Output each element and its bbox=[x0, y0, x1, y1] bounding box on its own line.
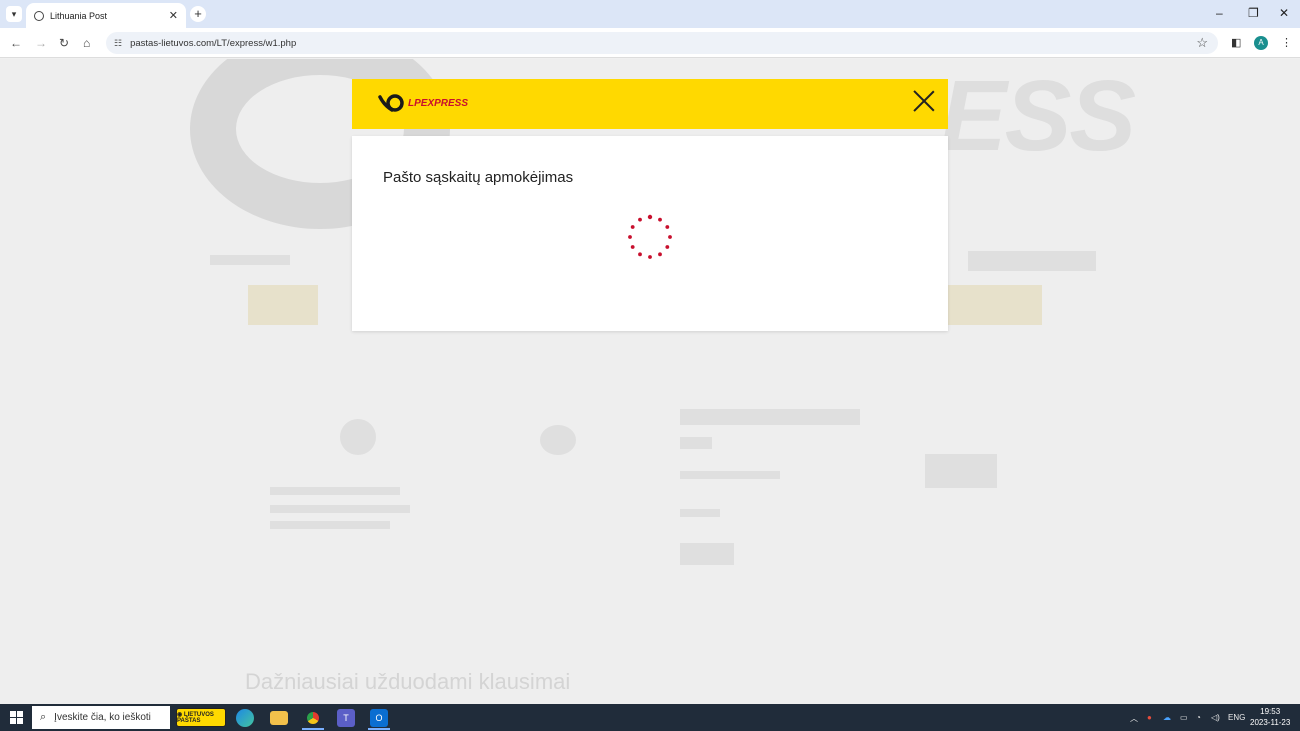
modal-body: Pašto sąskaitų apmokėjimas bbox=[352, 136, 948, 331]
search-placeholder: Įveskite čia, ko ieškoti bbox=[54, 712, 151, 723]
taskbar: ⌕ Įveskite čia, ko ieškoti ◉ LIETUVOS PA… bbox=[0, 704, 1300, 731]
spinner-dot bbox=[638, 252, 642, 257]
tab-title: Lithuania Post bbox=[50, 10, 108, 21]
clock[interactable]: 19:53 2023-11-23 bbox=[1250, 706, 1290, 728]
language-indicator[interactable]: ENG bbox=[1228, 713, 1245, 722]
volume-icon[interactable]: ◁) bbox=[1211, 713, 1220, 722]
spinner-dot bbox=[647, 214, 653, 220]
restore-icon[interactable]: ❐ bbox=[1248, 6, 1259, 20]
spinner-dot bbox=[658, 217, 662, 222]
back-icon[interactable]: ← bbox=[10, 36, 22, 50]
tab-search-dropdown-icon[interactable]: ▾ bbox=[6, 6, 22, 22]
site-settings-icon[interactable]: ☷ bbox=[114, 38, 122, 49]
spinner-dot bbox=[668, 235, 672, 239]
logo-text: LPEXPRESS bbox=[408, 97, 469, 109]
battery-icon[interactable]: ▭ bbox=[1180, 713, 1188, 722]
edge-icon[interactable] bbox=[236, 709, 254, 727]
tab-bar: ▾ Lithuania Post ✕ + – ❐ ✕ bbox=[0, 0, 1300, 28]
spinner-dot bbox=[630, 245, 635, 249]
url-text[interactable]: pastas-lietuvos.com/LT/express/w1.php bbox=[130, 38, 296, 49]
forward-icon[interactable]: → bbox=[35, 36, 47, 50]
spinner-dot bbox=[658, 252, 662, 257]
modal-title: Pašto sąskaitų apmokėjimas bbox=[383, 169, 574, 186]
browser-toolbar: ← → ↻ ⌂ ☷ pastas-lietuvos.com/LT/express… bbox=[0, 28, 1300, 58]
active-app-indicator bbox=[368, 728, 390, 730]
modal-close-icon[interactable] bbox=[912, 89, 936, 113]
teams-icon[interactable]: T bbox=[337, 709, 355, 727]
spinner-dot bbox=[648, 255, 652, 259]
lpexpress-logo: LPEXPRESS bbox=[378, 93, 468, 113]
active-app-indicator bbox=[302, 728, 324, 730]
avatar[interactable]: A bbox=[1254, 36, 1268, 50]
onedrive-icon[interactable]: ☁ bbox=[1163, 713, 1171, 722]
taskbar-search[interactable]: ⌕ Įveskite čia, ko ieškoti bbox=[32, 706, 170, 729]
menu-icon[interactable]: ⋮ bbox=[1281, 36, 1292, 49]
windows-icon[interactable] bbox=[10, 711, 23, 724]
globe-icon bbox=[34, 10, 44, 21]
address-bar[interactable]: ☷ pastas-lietuvos.com/LT/express/w1.php … bbox=[106, 32, 1218, 54]
modal-header: LPEXPRESS bbox=[352, 79, 948, 129]
spinner-dot bbox=[628, 235, 632, 239]
lp-logo-mark-icon bbox=[378, 93, 406, 113]
folder-icon[interactable] bbox=[270, 711, 288, 725]
tab-lithuania-post[interactable]: Lithuania Post ✕ bbox=[26, 3, 186, 28]
spinner-dot bbox=[638, 217, 642, 222]
tab-close-icon[interactable]: ✕ bbox=[169, 9, 178, 22]
star-icon[interactable]: ☆ bbox=[1196, 35, 1208, 51]
spinner-dot bbox=[665, 245, 670, 249]
clock-date: 2023-11-23 bbox=[1250, 718, 1291, 727]
spinner-dot bbox=[630, 225, 635, 229]
spinner-dot bbox=[665, 225, 670, 229]
search-icon: ⌕ bbox=[40, 711, 47, 723]
lietuvos-pastas-app-icon[interactable]: ◉ LIETUVOS PAŠTAS bbox=[176, 708, 226, 727]
new-tab-plus-icon[interactable]: + bbox=[190, 6, 206, 22]
clock-time: 19:53 bbox=[1260, 707, 1281, 716]
minimize-icon[interactable]: – bbox=[1216, 6, 1223, 20]
window-close-icon[interactable]: ✕ bbox=[1279, 6, 1289, 20]
sidepanel-icon[interactable]: ◧ bbox=[1231, 36, 1241, 49]
reload-icon[interactable]: ↻ bbox=[59, 36, 69, 50]
tray-chevron-icon[interactable]: ︿ bbox=[1130, 713, 1138, 724]
chrome-icon[interactable] bbox=[304, 709, 322, 727]
home-icon[interactable]: ⌂ bbox=[83, 36, 90, 50]
outlook-icon[interactable]: O bbox=[370, 709, 388, 727]
wifi-icon[interactable]: ◔ bbox=[1196, 713, 1201, 722]
tray-app-icon[interactable]: ● bbox=[1147, 713, 1152, 722]
loading-spinner-icon bbox=[626, 213, 674, 261]
